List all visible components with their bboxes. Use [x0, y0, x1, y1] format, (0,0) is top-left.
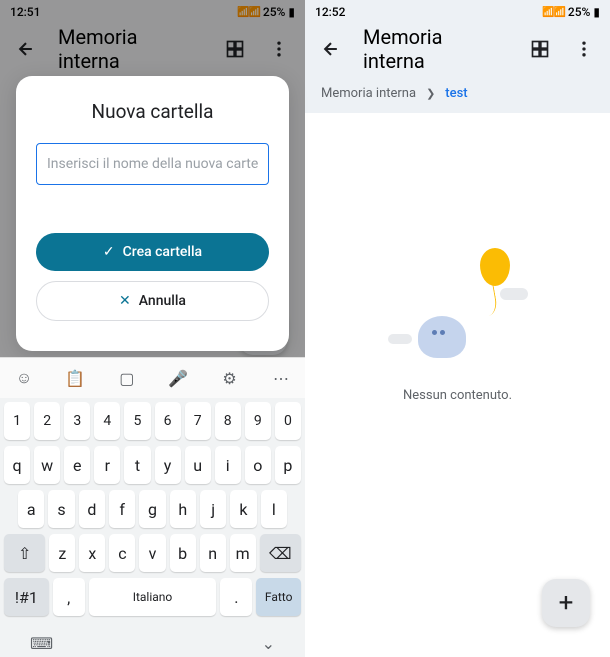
key-h[interactable]: h	[170, 490, 196, 528]
key-q[interactable]: q	[4, 446, 30, 484]
key-z[interactable]: z	[49, 534, 75, 572]
key-m[interactable]: m	[230, 534, 256, 572]
kb-row-3: zxcvbnm	[49, 534, 255, 572]
create-button[interactable]: ✓ Crea cartella	[36, 233, 269, 271]
back-icon[interactable]	[319, 37, 343, 61]
key-g[interactable]: g	[139, 490, 165, 528]
key-k[interactable]: k	[230, 490, 256, 528]
key-y[interactable]: y	[155, 446, 181, 484]
status-battery: 25%	[568, 5, 590, 19]
key-l[interactable]: l	[261, 490, 287, 528]
key-a[interactable]: a	[18, 490, 44, 528]
kb-row-2: asdfghjkl	[4, 490, 301, 528]
key-e[interactable]: e	[64, 446, 90, 484]
symbols-key[interactable]: !#1	[4, 578, 49, 616]
chevron-right-icon: ❯	[426, 87, 435, 100]
key-3[interactable]: 3	[64, 402, 90, 440]
key-j[interactable]: j	[200, 490, 226, 528]
breadcrumb-root[interactable]: Memoria interna	[321, 86, 416, 101]
close-icon: ✕	[119, 293, 131, 309]
key-t[interactable]: t	[124, 446, 150, 484]
key-u[interactable]: u	[185, 446, 211, 484]
key-7[interactable]: 7	[185, 402, 211, 440]
key-n[interactable]: n	[200, 534, 226, 572]
status-bar: 12:52 📶📶 25% ▮	[305, 0, 610, 24]
folder-name-input[interactable]	[36, 143, 269, 185]
kb-layout-icon[interactable]: ⌨	[30, 634, 53, 653]
key-p[interactable]: p	[275, 446, 301, 484]
space-key[interactable]: Italiano	[89, 578, 217, 616]
check-icon: ✓	[103, 244, 115, 260]
breadcrumb: Memoria interna ❯ test	[305, 74, 610, 113]
period-key[interactable]: .	[220, 578, 252, 616]
cancel-button[interactable]: ✕ Annulla	[36, 281, 269, 321]
key-4[interactable]: 4	[94, 402, 120, 440]
kb-row-num: 1234567890	[4, 402, 301, 440]
key-f[interactable]: f	[109, 490, 135, 528]
status-time: 12:52	[315, 5, 345, 19]
key-b[interactable]: b	[170, 534, 196, 572]
emoji-icon[interactable]: ☺	[12, 366, 36, 390]
kb-row-1: qwertyuiop	[4, 446, 301, 484]
key-w[interactable]: w	[34, 446, 60, 484]
key-1[interactable]: 1	[4, 402, 30, 440]
key-8[interactable]: 8	[215, 402, 241, 440]
key-r[interactable]: r	[94, 446, 120, 484]
keyboard: ☺ 📋 ▢ 🎤 ⚙ ⋯ 1234567890 qwertyuiop asdfgh…	[0, 357, 305, 657]
battery-icon: ▮	[593, 5, 600, 19]
more-kb-icon[interactable]: ⋯	[269, 366, 293, 390]
shift-key[interactable]: ⇧	[4, 534, 45, 572]
comma-key[interactable]: ,	[53, 578, 85, 616]
key-s[interactable]: s	[48, 490, 74, 528]
create-label: Crea cartella	[123, 244, 202, 260]
dialog-title: Nuova cartella	[36, 100, 269, 123]
cancel-label: Annulla	[139, 293, 186, 309]
grid-view-icon[interactable]	[528, 37, 552, 61]
new-folder-dialog: Nuova cartella ✓ Crea cartella ✕ Annulla	[16, 76, 289, 351]
key-0[interactable]: 0	[275, 402, 301, 440]
key-6[interactable]: 6	[155, 402, 181, 440]
key-i[interactable]: i	[215, 446, 241, 484]
fab-add[interactable]: +	[542, 579, 590, 627]
done-key[interactable]: Fatto	[256, 578, 301, 616]
backspace-key[interactable]: ⌫	[260, 534, 301, 572]
key-5[interactable]: 5	[124, 402, 150, 440]
empty-message: Nessun contenuto.	[403, 388, 512, 403]
key-v[interactable]: v	[139, 534, 165, 572]
more-icon[interactable]	[572, 37, 596, 61]
clipboard-icon[interactable]: 📋	[63, 366, 87, 390]
key-d[interactable]: d	[79, 490, 105, 528]
app-header: Memoria interna	[305, 24, 610, 74]
status-icons: 📶📶	[542, 7, 565, 18]
key-o[interactable]: o	[245, 446, 271, 484]
breadcrumb-current[interactable]: test	[445, 86, 467, 101]
text-icon[interactable]: ▢	[115, 366, 139, 390]
page-title: Memoria interna	[363, 25, 508, 73]
settings-icon[interactable]: ⚙	[218, 366, 242, 390]
key-c[interactable]: c	[109, 534, 135, 572]
key-x[interactable]: x	[79, 534, 105, 572]
key-2[interactable]: 2	[34, 402, 60, 440]
mic-icon[interactable]: 🎤	[166, 366, 190, 390]
empty-state: Nessun contenuto.	[305, 113, 610, 657]
empty-illustration	[388, 248, 528, 368]
kb-collapse-icon[interactable]: ⌄	[262, 634, 275, 653]
key-9[interactable]: 9	[245, 402, 271, 440]
